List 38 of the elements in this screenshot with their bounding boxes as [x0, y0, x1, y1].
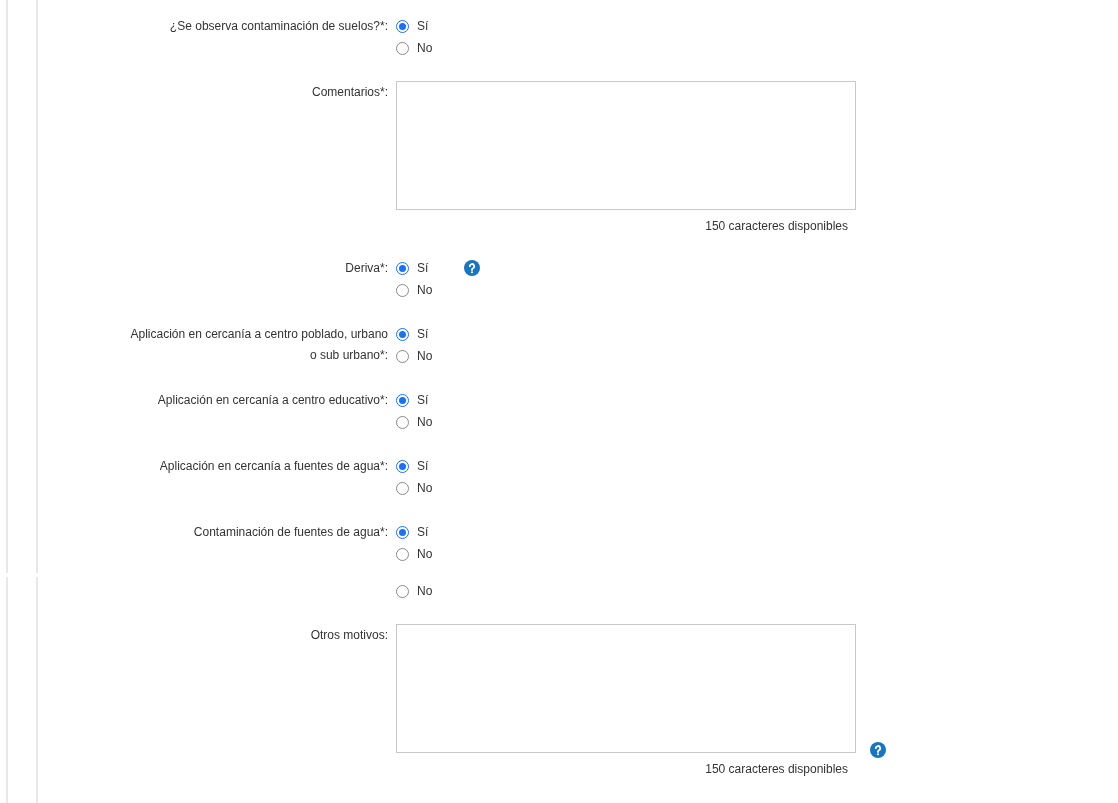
field-label: Comentarios*: [310, 84, 388, 101]
character-counter: 150 caracteres disponibles [704, 761, 848, 778]
field-label: Aplicación en cercanía a fuentes de agua*: [158, 458, 388, 475]
radio-option[interactable]: Sí [396, 521, 456, 543]
radio-button[interactable] [396, 547, 409, 561]
character-counter: 150 caracteres disponibles [704, 218, 848, 235]
help-icon[interactable] [870, 742, 886, 758]
radio-option[interactable]: No [396, 37, 456, 59]
radio-option[interactable]: No [396, 580, 456, 602]
radio-button[interactable] [396, 261, 409, 275]
radio-option[interactable]: Sí [396, 389, 456, 411]
radio-button[interactable] [396, 525, 409, 539]
radio-option[interactable]: Sí [396, 455, 456, 477]
radio-option[interactable]: No [396, 345, 456, 367]
radio-button[interactable] [396, 481, 409, 495]
radio-button[interactable] [396, 41, 409, 55]
help-icon[interactable] [464, 260, 480, 276]
radio-option[interactable]: No [396, 411, 456, 433]
radio-button[interactable] [396, 584, 409, 598]
radio-option[interactable]: Sí [396, 323, 456, 345]
radio-option[interactable]: Sí [396, 257, 456, 279]
radio-button[interactable] [396, 415, 409, 429]
field-label: Aplicación en cercanía a centro educativo*: [156, 392, 388, 409]
field-label: Aplicación en cercanía a centro poblado, urbano o sub urbano*: [129, 326, 388, 364]
radio-button[interactable] [396, 19, 409, 33]
field-label: Deriva*: [344, 260, 388, 277]
radio-button[interactable] [396, 283, 409, 297]
radio-option[interactable]: No [396, 543, 456, 565]
radio-option[interactable]: No [396, 477, 456, 499]
field-label: ¿Se observa contaminación de suelos?*: [168, 18, 388, 35]
radio-button[interactable] [396, 459, 409, 473]
field-label: Contaminación de fuentes de agua*: [192, 524, 388, 541]
radio-option[interactable]: No [396, 279, 456, 301]
radio-button[interactable] [396, 349, 409, 363]
radio-button[interactable] [396, 327, 409, 341]
field-label: Otros motivos: [309, 627, 388, 644]
radio-option[interactable]: Sí [396, 15, 456, 37]
radio-button[interactable] [396, 393, 409, 407]
